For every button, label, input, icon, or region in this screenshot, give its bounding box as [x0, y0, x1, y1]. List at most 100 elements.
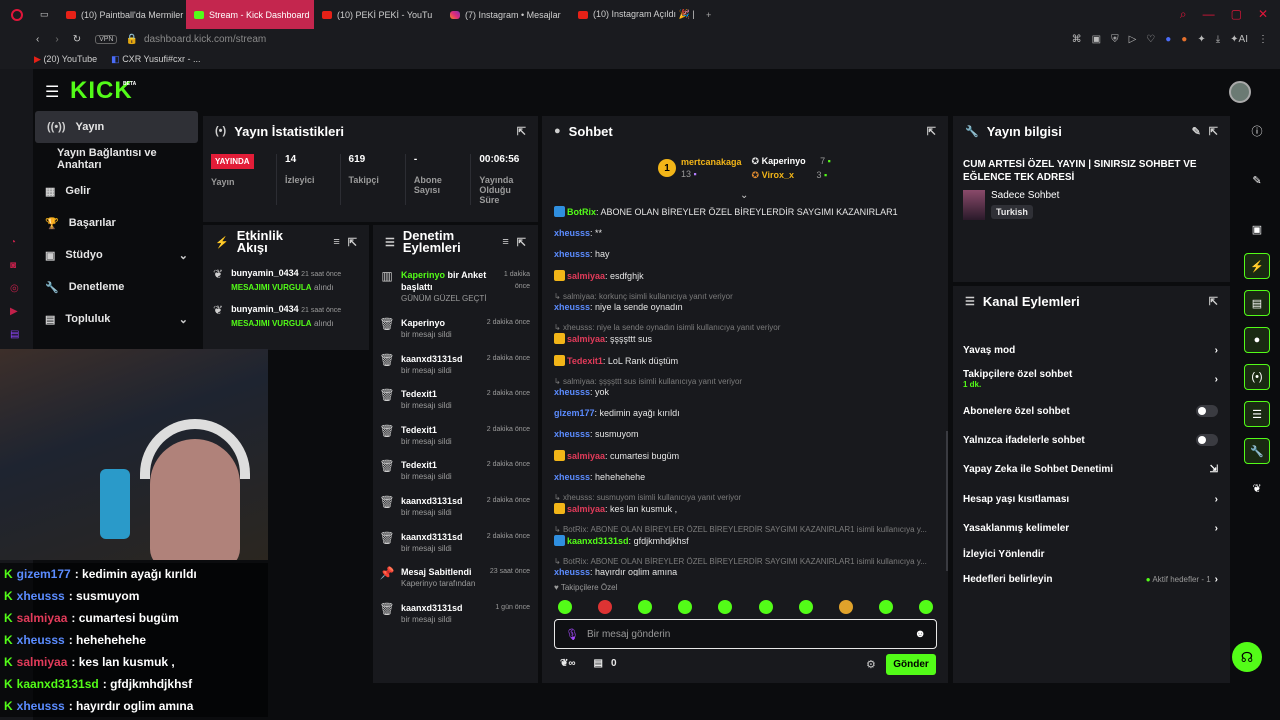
- sidebar-item-denetleme[interactable]: 🔧 Denetleme: [33, 271, 200, 303]
- chat-username[interactable]: salmiyaa: [567, 451, 605, 461]
- bookmark-youtube[interactable]: ▶ (20) YouTube: [34, 54, 97, 65]
- chat-message[interactable]: gizem177: kedimin ayağı kırıldı: [554, 408, 939, 418]
- help-headset-icon[interactable]: ☊: [1232, 642, 1262, 672]
- popout-icon[interactable]: ⇱: [348, 236, 357, 249]
- emote-icon[interactable]: [678, 600, 693, 614]
- popout-icon[interactable]: ⇱: [517, 125, 526, 138]
- chat-username[interactable]: salmiyaa: [567, 504, 605, 514]
- chat-message[interactable]: BotRix: ABONE OLAN BİREYLER ÖZEL BİREYLE…: [554, 206, 939, 217]
- close-icon[interactable]: ✕: [1258, 7, 1268, 22]
- maximize-icon[interactable]: ▢: [1231, 7, 1242, 22]
- extension-icon[interactable]: ⌘: [1072, 34, 1082, 45]
- goals-row[interactable]: Hedefleri belirleyin ● Aktif hedefler - 1…: [963, 566, 1218, 592]
- bookmark-cxr[interactable]: ◧ CXR Yusufi#cxr - ...: [111, 54, 200, 65]
- filter-icon[interactable]: ≡: [333, 236, 339, 248]
- sidebar-item-topluluk[interactable]: ▤ Topluluk ⌄: [33, 303, 200, 335]
- chat-message[interactable]: ↳ salmiyaa: şşşşttt sus isimli kullanıcı…: [554, 377, 939, 397]
- tab-peki-peki[interactable]: (10) PEKİ PEKİ - YouTu: [314, 0, 442, 29]
- chat-input[interactable]: 🎙 Bir mesaj gönderin ☻: [554, 619, 937, 649]
- wrench-icon[interactable]: 🔧: [1244, 438, 1270, 464]
- chat-message[interactable]: xheusss: **: [554, 228, 939, 238]
- emote-icon[interactable]: [838, 600, 853, 614]
- sidebar-instagram-icon[interactable]: ◎: [10, 283, 19, 294]
- minimize-icon[interactable]: —: [1203, 7, 1215, 22]
- chat-username[interactable]: xheusss: [554, 567, 590, 576]
- chat-username[interactable]: kaanxd3131sd: [567, 536, 629, 546]
- popout-icon[interactable]: ⇱: [927, 125, 936, 138]
- edit-icon[interactable]: ✎: [1244, 167, 1270, 193]
- store-icon[interactable]: ▤: [594, 658, 603, 669]
- microphone-icon[interactable]: 🎙: [565, 628, 579, 641]
- sidebar-item-yayin[interactable]: ((•)) Yayın: [35, 111, 198, 143]
- chat-message[interactable]: ↳ BotRix: ABONE OLAN BİREYLER ÖZEL BİREY…: [554, 557, 939, 576]
- chat-username[interactable]: xheusss: [554, 228, 590, 238]
- chat-message[interactable]: salmiyaa: esdfghjk: [554, 270, 939, 281]
- chat-message[interactable]: xheusss: susmuyom: [554, 429, 939, 439]
- edit-icon[interactable]: ✎: [1192, 125, 1201, 138]
- popout-icon[interactable]: ⇱: [1209, 125, 1218, 138]
- shield-icon[interactable]: ⛨: [1111, 34, 1119, 45]
- chat-message[interactable]: ↳ salmiyaa: korkunç isimli kullanıcıya y…: [554, 292, 939, 312]
- tab-menu-icon[interactable]: ▭: [34, 0, 58, 29]
- back-icon[interactable]: ‹: [36, 34, 39, 45]
- sidebar-youtube-icon[interactable]: ▶: [10, 306, 19, 317]
- emote-icon[interactable]: [598, 600, 613, 614]
- sidebar-item-stream-key[interactable]: Yayın Bağlantısı ve Anahtarı: [33, 143, 200, 175]
- chat-username[interactable]: BotRix: [567, 207, 596, 217]
- chat-message[interactable]: Tedexit1: LoL Rank düştüm: [554, 355, 939, 366]
- subs-chat-toggle[interactable]: [1196, 405, 1218, 417]
- emoji-icon[interactable]: ☻: [914, 628, 926, 640]
- chat-scrollbar[interactable]: [946, 431, 948, 571]
- tab-instagram-acildi[interactable]: (10) Instagram Açıldı 🎉 |: [570, 0, 698, 29]
- chat-message[interactable]: xheusss: hehehehehe: [554, 472, 939, 482]
- pinned-toggle-icon[interactable]: ⌄: [740, 190, 748, 201]
- followers-chat-row[interactable]: Takipçilere özel sohbet 1 dk. ›: [963, 362, 1218, 396]
- sidebar-history-icon[interactable]: ◔: [10, 237, 19, 248]
- heart-icon[interactable]: ♡: [1146, 34, 1155, 45]
- tab-instagram-messages[interactable]: (7) Instagram • Mesajlar: [442, 0, 570, 29]
- camera-icon[interactable]: ▣: [1244, 216, 1270, 242]
- chat-message[interactable]: salmiyaa: cumartesi bugüm: [554, 450, 939, 461]
- popout-icon[interactable]: ⇱: [1209, 295, 1218, 308]
- more-icon[interactable]: ⋮: [1258, 34, 1268, 45]
- chat-username[interactable]: xheusss: [554, 249, 590, 259]
- emote-icon[interactable]: [758, 600, 773, 614]
- tab-paintball[interactable]: (10) Paintball'da Mermiler: [58, 0, 186, 29]
- age-restrict-row[interactable]: Hesap yaşı kısıtlaması ›: [963, 484, 1218, 514]
- puzzle-icon[interactable]: ✦: [1197, 34, 1205, 45]
- emote-icon[interactable]: [718, 600, 733, 614]
- chat-message[interactable]: xheusss: hay: [554, 249, 939, 259]
- tab-kick-dashboard[interactable]: Stream - Kick Dashboard: [186, 0, 314, 29]
- download-icon[interactable]: ⤓: [1216, 34, 1220, 45]
- chat-message[interactable]: ↳ xheusss: susmuyom isimli kullanıcıya y…: [554, 493, 939, 514]
- chat-username[interactable]: salmiyaa: [567, 334, 605, 344]
- info-icon[interactable]: ⓘ: [1244, 118, 1270, 144]
- emote-icon[interactable]: [638, 600, 653, 614]
- send-button[interactable]: Gönder: [886, 654, 936, 675]
- profile-icon[interactable]: ●: [1165, 34, 1171, 45]
- opera-logo-icon[interactable]: [0, 8, 34, 21]
- chat-username[interactable]: xheusss: [554, 302, 590, 312]
- emote-icon[interactable]: [918, 600, 933, 614]
- settings-gear-icon[interactable]: ⚙: [866, 658, 876, 671]
- emote-icon[interactable]: [558, 600, 572, 614]
- avatar[interactable]: [1229, 81, 1251, 103]
- emote-icon[interactable]: [878, 600, 893, 614]
- banned-words-row[interactable]: Yasaklanmış kelimeler ›: [963, 514, 1218, 542]
- screenshot-icon[interactable]: ▣: [1092, 34, 1101, 45]
- ai-button[interactable]: ✦AI: [1230, 34, 1248, 45]
- emotes-chat-toggle[interactable]: [1196, 434, 1218, 446]
- chat-username[interactable]: Tedexit1: [567, 356, 603, 366]
- lightning-icon[interactable]: ⚡: [1244, 253, 1270, 279]
- ai-moderation-row[interactable]: Yapay Zeka ile Sohbet Denetimi ⇲: [963, 454, 1218, 484]
- play-icon[interactable]: ▷: [1129, 34, 1137, 45]
- community-icon[interactable]: ❦∞: [560, 658, 576, 669]
- category-name[interactable]: Sadece Sohbet: [991, 190, 1059, 201]
- chat-username[interactable]: salmiyaa: [567, 271, 605, 281]
- new-tab-button[interactable]: +: [698, 0, 722, 29]
- hamburger-menu-icon[interactable]: ☰: [45, 82, 59, 102]
- reload-icon[interactable]: ↻: [73, 34, 81, 45]
- url-field[interactable]: dashboard.kick.com/stream: [144, 34, 266, 45]
- redirect-row[interactable]: İzleyici Yönlendir: [963, 542, 1218, 566]
- chat-username[interactable]: xheusss: [554, 472, 590, 482]
